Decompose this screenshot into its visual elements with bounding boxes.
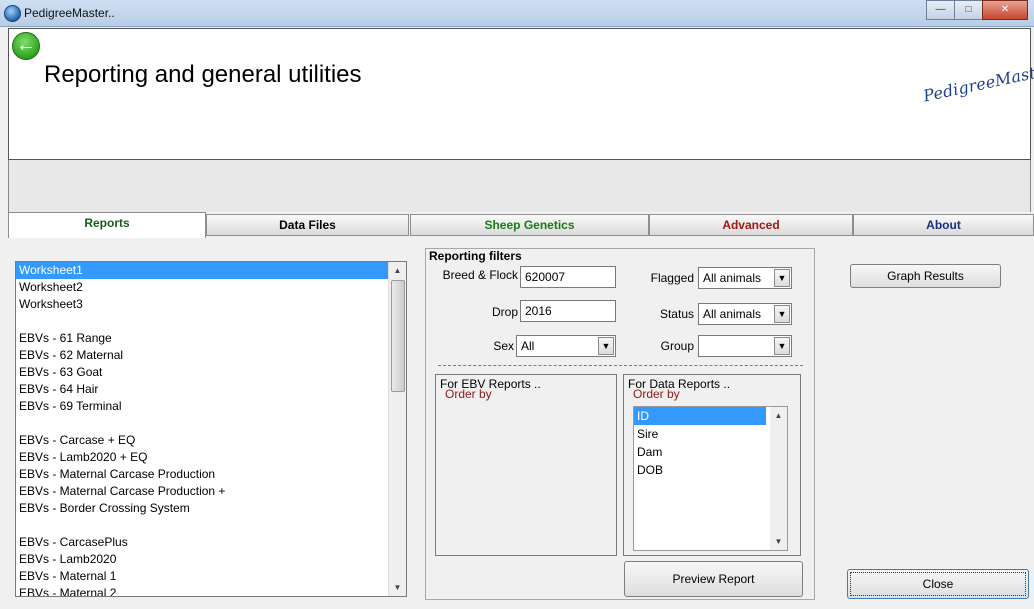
status-select-value: All animals <box>703 307 762 321</box>
status-select[interactable]: All animals ▼ <box>698 303 792 325</box>
order-by-items: ID Sire Dam DOB <box>634 407 787 479</box>
breed-flock-label: Breed & Flock <box>442 268 518 282</box>
close-button[interactable]: Close <box>847 569 1029 599</box>
graph-results-button[interactable]: Graph Results <box>850 264 1001 288</box>
chevron-down-icon[interactable]: ▼ <box>774 269 790 287</box>
reporting-filters-panel: Reporting filters Breed & Flock 620007 D… <box>425 248 815 600</box>
report-list-item[interactable]: Worksheet3 <box>16 296 389 313</box>
report-list-item[interactable]: EBVs - Carcase + EQ <box>16 432 389 449</box>
tab-data-files[interactable]: Data Files <box>206 214 409 236</box>
ebv-order-by-label: Order by <box>445 387 492 401</box>
window-title: PedigreeMaster.. <box>24 6 115 20</box>
flagged-select-value: All animals <box>703 271 762 285</box>
flagged-select[interactable]: All animals ▼ <box>698 267 792 289</box>
report-list-item[interactable]: EBVs - 63 Goat <box>16 364 389 381</box>
tab-sheep-genetics[interactable]: Sheep Genetics <box>410 214 649 236</box>
order-by-item[interactable]: Sire <box>634 425 766 443</box>
window-titlebar: PedigreeMaster.. — □ ✕ <box>0 0 1034 27</box>
report-list-item[interactable]: Worksheet1 <box>16 262 389 279</box>
group-label: Group <box>660 339 694 353</box>
preview-report-button[interactable]: Preview Report <box>624 561 803 597</box>
group-select[interactable]: ▼ <box>698 335 792 357</box>
report-list-item[interactable]: EBVs - Maternal 1 <box>16 568 389 585</box>
tab-about[interactable]: About <box>853 214 1034 236</box>
app-icon <box>4 5 21 22</box>
data-order-by-label: Order by <box>633 387 680 401</box>
tab-bar: Reports Data Files Sheep Genetics Advanc… <box>8 212 1034 238</box>
order-by-item[interactable]: ID <box>634 407 766 425</box>
scroll-down-icon[interactable]: ▼ <box>389 579 406 596</box>
pedigreemaster-logo: PedigreeMaster <box>921 59 1034 106</box>
chevron-down-icon[interactable]: ▼ <box>774 305 790 323</box>
scroll-up-icon[interactable]: ▲ <box>770 407 787 424</box>
report-list-items: Worksheet1 Worksheet2 Worksheet3 EBVs - 61 … <box>16 262 389 596</box>
report-list-item[interactable]: EBVs - Maternal Carcase Production <box>16 466 389 483</box>
report-list-item[interactable]: EBVs - 69 Terminal <box>16 398 389 415</box>
report-list-item[interactable]: EBVs - Lamb2020 + EQ <box>16 449 389 466</box>
window-controls: — □ ✕ <box>926 0 1028 20</box>
chevron-down-icon[interactable]: ▼ <box>774 337 790 355</box>
scroll-down-icon[interactable]: ▼ <box>770 533 787 550</box>
sex-select-value: All <box>521 339 535 353</box>
close-window-icon[interactable]: ✕ <box>982 0 1028 20</box>
reporting-filters-title: Reporting filters <box>429 249 522 263</box>
data-reports-box: For Data Reports .. Order by ID Sire Dam DO… <box>623 374 801 556</box>
back-arrow-icon[interactable]: ← <box>12 32 40 60</box>
status-label: Status <box>659 307 694 321</box>
report-list[interactable]: Worksheet1 Worksheet2 Worksheet3 EBVs - 61 … <box>15 261 407 597</box>
page-title: Reporting and general utilities <box>44 61 362 88</box>
report-list-item[interactable]: EBVs - Maternal Carcase Production + <box>16 483 389 500</box>
order-by-list[interactable]: ID Sire Dam DOB ▲ ▼ <box>633 406 788 551</box>
order-by-item[interactable]: DOB <box>634 461 766 479</box>
report-list-item[interactable]: EBVs - Lamb2020 <box>16 551 389 568</box>
report-list-scrollbar[interactable]: ▲ ▼ <box>388 262 406 596</box>
page-header: ← Reporting and general utilities Pedigr… <box>8 28 1034 160</box>
report-list-item[interactable]: EBVs - 62 Maternal <box>16 347 389 364</box>
report-list-item[interactable]: EBVs - CarcasePlus <box>16 534 389 551</box>
scroll-up-icon[interactable]: ▲ <box>389 262 406 279</box>
header-band <box>8 160 1031 212</box>
sex-label: Sex <box>493 339 514 353</box>
chevron-down-icon[interactable]: ▼ <box>598 337 614 355</box>
drop-label: Drop <box>491 305 518 319</box>
order-by-scrollbar[interactable]: ▲ ▼ <box>770 407 787 550</box>
flagged-label: Flagged <box>650 271 694 285</box>
report-list-item[interactable]: EBVs - 64 Hair <box>16 381 389 398</box>
drop-input[interactable]: 2016 <box>520 300 616 322</box>
tab-reports[interactable]: Reports <box>8 212 206 238</box>
report-list-item[interactable]: EBVs - Maternal 2 <box>16 585 389 596</box>
ebv-reports-box: For EBV Reports .. Order by <box>435 374 617 556</box>
minimize-icon[interactable]: — <box>926 0 955 20</box>
breed-flock-input[interactable]: 620007 <box>520 266 616 288</box>
order-by-item[interactable]: Dam <box>634 443 766 461</box>
tab-advanced[interactable]: Advanced <box>649 214 853 236</box>
report-list-item[interactable]: Worksheet2 <box>16 279 389 296</box>
sex-select[interactable]: All ▼ <box>516 335 616 357</box>
maximize-icon[interactable]: □ <box>954 0 983 20</box>
scroll-thumb[interactable] <box>391 280 405 392</box>
report-list-item[interactable]: EBVs - 61 Range <box>16 330 389 347</box>
report-list-item[interactable]: EBVs - Border Crossing System <box>16 500 389 517</box>
filters-divider <box>438 365 803 366</box>
